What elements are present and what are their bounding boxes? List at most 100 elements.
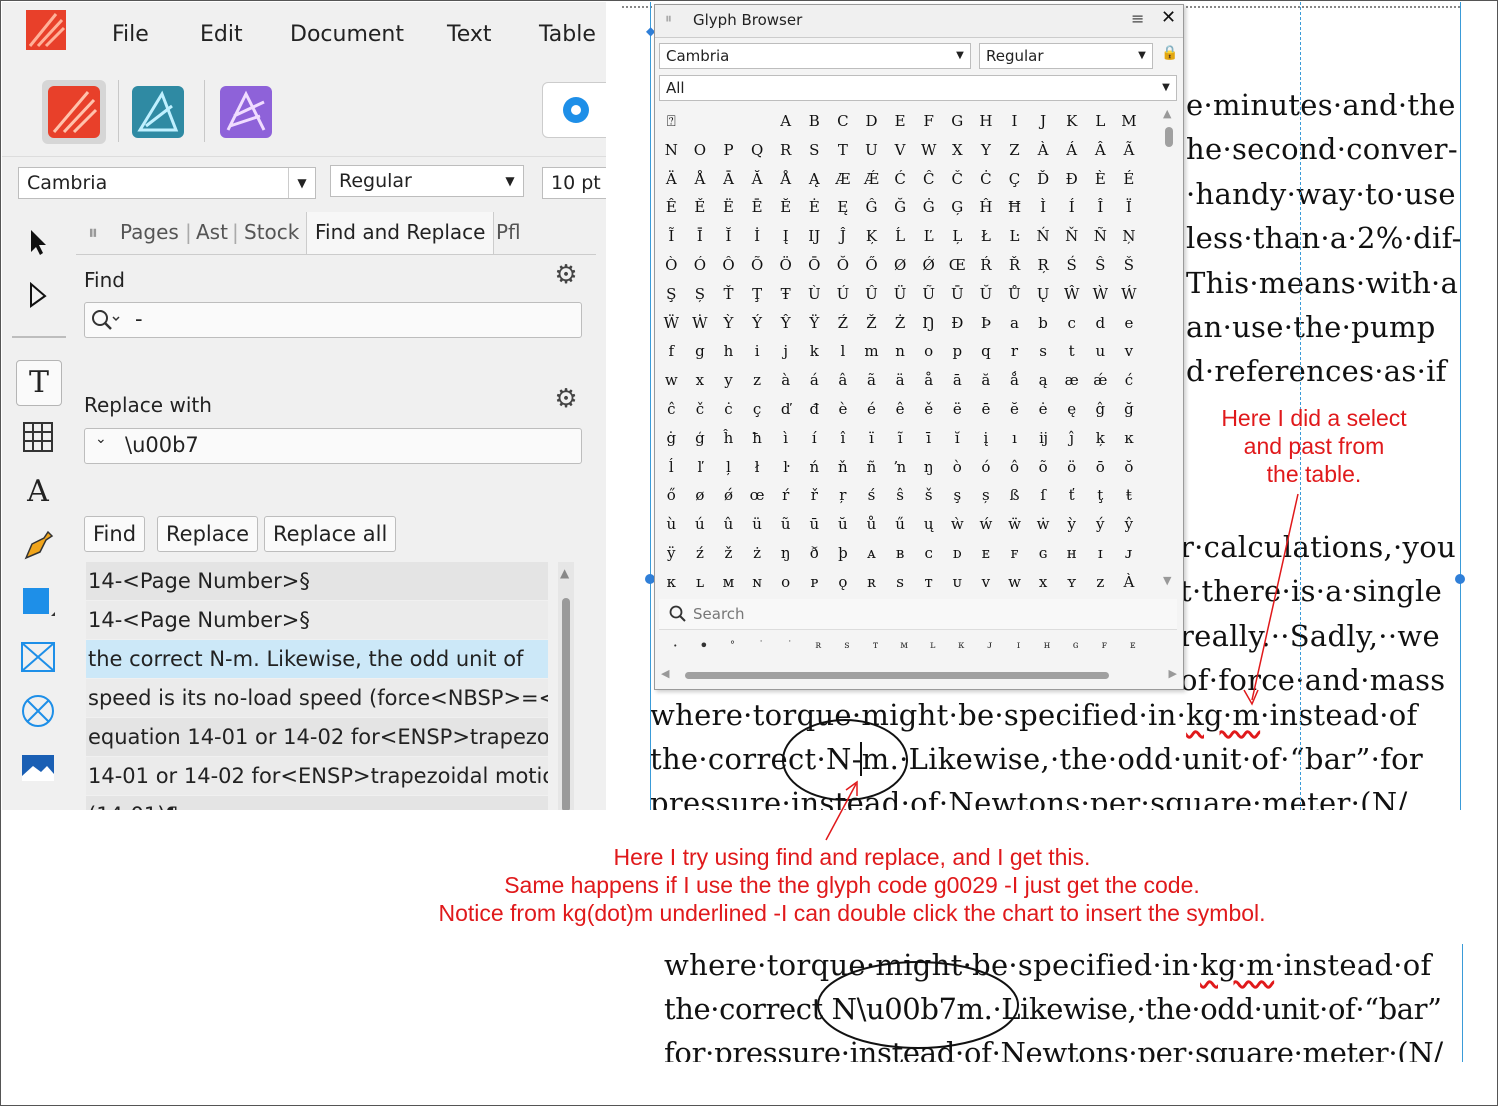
glyph-cell[interactable]: Å [771, 165, 800, 194]
chevron-down-icon[interactable]: ▼ [288, 168, 315, 198]
glyph-cell[interactable]: Ũ [914, 280, 943, 309]
glyph-cell[interactable]: Ĩ [657, 222, 686, 251]
glyph-cell[interactable]: ĸ [1115, 424, 1144, 453]
glyph-cell[interactable]: n [886, 337, 915, 366]
glyph-cell[interactable]: ʙ [886, 539, 915, 568]
glyph-cell[interactable]: Ŕ [972, 251, 1001, 280]
replace-button[interactable]: Replace [157, 516, 259, 552]
glyph-cell[interactable]: T [829, 136, 858, 165]
glyph-search-input[interactable]: Search [659, 599, 1177, 630]
recent-glyph-cell[interactable]: ˙ [747, 635, 776, 657]
glyph-cell[interactable]: š [914, 481, 943, 510]
glyph-cell[interactable]: Ī [686, 222, 715, 251]
doc-line-correct[interactable]: the·correct·N-m.·Likewise,·the·odd·unit·… [650, 742, 1423, 776]
glyph-cell[interactable]: ĳ [1029, 424, 1058, 453]
glyph-cell[interactable]: S [800, 136, 829, 165]
recent-glyph-cell[interactable]: ɪ [1004, 635, 1033, 657]
glyph-cell[interactable]: Ř [1000, 251, 1029, 280]
glyph-cell[interactable]: ū [800, 510, 829, 539]
glyph-cell[interactable]: Ŭ [972, 280, 1001, 309]
glyph-cell[interactable]: ɢ [1029, 539, 1058, 568]
table-tool-button[interactable] [16, 416, 60, 460]
glyph-cell[interactable]: İ [743, 222, 772, 251]
glyph-cell[interactable]: Ċ [972, 165, 1001, 194]
glyph-cell[interactable]: ŀ [771, 453, 800, 482]
glyph-cell[interactable]: ŋ [771, 539, 800, 568]
glyph-cell[interactable]: ĩ [886, 424, 915, 453]
glyph-cell[interactable]: g [686, 337, 715, 366]
result-row[interactable]: speed is its no-load speed (force<NBSP>=… [86, 679, 548, 717]
glyph-cell[interactable]: Ď [1029, 165, 1058, 194]
chevron-down-icon[interactable]: ⌄ [95, 431, 107, 447]
rectangle-tool-button[interactable] [16, 582, 60, 626]
glyph-cell[interactable]: ɪ [1086, 539, 1115, 568]
glyph-cell[interactable]: Ĵ [829, 222, 858, 251]
glyph-cell[interactable]: ẁ [943, 510, 972, 539]
assistant-button[interactable] [542, 82, 606, 138]
glyph-cell[interactable]: ʜ [1057, 539, 1086, 568]
glyph-style-select[interactable]: Regular ▼ [979, 43, 1153, 69]
glyph-cell[interactable]: ᴠ [972, 568, 1001, 597]
glyph-cell[interactable]: ń [800, 453, 829, 482]
glyph-cell[interactable]: ł [743, 453, 772, 482]
glyph-cell[interactable]: ÿ [657, 539, 686, 568]
glyph-cell[interactable]: K [1057, 107, 1086, 136]
glyph-cell[interactable]: ᴢ [1086, 568, 1115, 597]
glyph-cell[interactable]: E [886, 107, 915, 136]
glyph-cell[interactable]: ķ [1086, 424, 1115, 453]
glyph-grid-scrollbar[interactable]: ▲ ▼ [1161, 107, 1177, 587]
menu-edit[interactable]: Edit [200, 22, 243, 47]
glyph-cell[interactable]: ŉ [886, 453, 915, 482]
close-icon[interactable]: ✕ [1161, 7, 1176, 28]
glyph-cell[interactable]: Y [972, 136, 1001, 165]
recent-glyph-cell[interactable]: ʟ [918, 635, 947, 657]
glyph-cell[interactable]: ſ [1029, 481, 1058, 510]
recent-glyph-cell[interactable]: • [690, 635, 719, 657]
glyph-cell[interactable]: ᴇ [972, 539, 1001, 568]
glyph-cell[interactable]: ǻ [1000, 366, 1029, 395]
glyph-cell[interactable]: Ġ [914, 193, 943, 222]
glyph-cell[interactable]: ş [943, 481, 972, 510]
scroll-left-icon[interactable]: ◀ [661, 667, 669, 680]
glyph-cell[interactable]: ʟ [686, 568, 715, 597]
results-scrollbar[interactable]: ▲ [558, 562, 574, 810]
glyph-cell[interactable]: i [743, 337, 772, 366]
glyph-cell[interactable]: M [1115, 107, 1144, 136]
glyph-cell[interactable]: D [857, 107, 886, 136]
glyph-cell[interactable]: Ų [1029, 280, 1058, 309]
glyph-cell[interactable]: Z [1000, 136, 1029, 165]
glyph-cell[interactable]: Ă [743, 165, 772, 194]
glyph-cell[interactable]: ĝ [1086, 395, 1115, 424]
glyph-cell[interactable]: V [886, 136, 915, 165]
recent-glyph-cell[interactable]: ʀ [804, 635, 833, 657]
glyph-cell[interactable]: ō [1086, 453, 1115, 482]
recent-glyph-cell[interactable]: ˙ [775, 635, 804, 657]
glyph-cell[interactable]: ß [1000, 481, 1029, 510]
glyph-cell[interactable]: ǽ [1086, 366, 1115, 395]
menu-document[interactable]: Document [290, 22, 404, 47]
glyph-cell[interactable]: Ě [686, 193, 715, 222]
glyph-cell[interactable]: Č [943, 165, 972, 194]
glyph-cell[interactable]: c [1057, 309, 1086, 338]
glyph-cell[interactable]: Ķ [857, 222, 886, 251]
glyph-cell[interactable]: y [714, 366, 743, 395]
font-size-field[interactable]: 10 pt [542, 167, 606, 199]
font-family-select[interactable]: Cambria ▼ [18, 167, 316, 199]
result-row[interactable]: 14-01 or 14-02 for<ENSP>trapezoidal moti… [86, 757, 548, 795]
glyph-cell[interactable]: ţ [1086, 481, 1115, 510]
scrollbar-thumb[interactable] [685, 672, 1109, 679]
glyph-cell[interactable]: A [771, 107, 800, 136]
recent-glyph-cell[interactable]: ᴍ [890, 635, 919, 657]
glyph-cell[interactable]: r [1000, 337, 1029, 366]
glyph-cell[interactable]: É [1115, 165, 1144, 194]
glyph-cell[interactable]: ŭ [829, 510, 858, 539]
scroll-up-icon[interactable]: ▲ [1163, 107, 1171, 120]
glyph-cell[interactable]: ⍰ [657, 107, 686, 136]
glyph-cell[interactable]: À [1115, 568, 1144, 597]
result-row[interactable]: 14-<Page Number>§ [86, 601, 548, 639]
tab-assets[interactable]: Ast [196, 220, 228, 244]
replace-all-button[interactable]: Replace all [264, 516, 397, 552]
glyph-cell[interactable]: ç [743, 395, 772, 424]
glyph-cell[interactable]: Ē [743, 193, 772, 222]
scroll-down-icon[interactable]: ▼ [1163, 574, 1171, 587]
